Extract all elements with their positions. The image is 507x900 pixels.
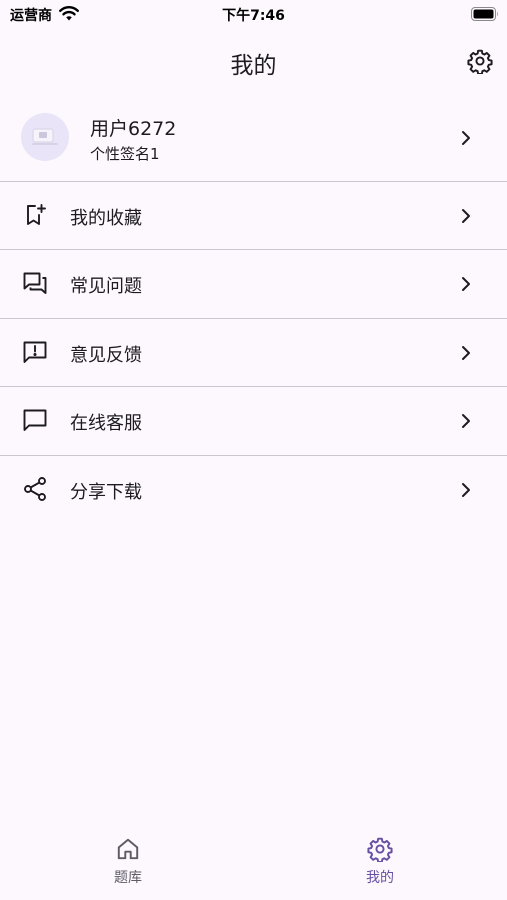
menu-label: 在线客服 — [70, 413, 142, 434]
gear-icon — [367, 837, 393, 862]
menu-item-favorites[interactable]: 我的收藏 — [0, 182, 507, 250]
nav-tab-label: 我的 — [366, 870, 394, 886]
chevron-right-icon — [462, 277, 470, 291]
menu-item-feedback[interactable]: 意见反馈 — [0, 319, 507, 387]
bottom-navigation: 题库 我的 — [0, 828, 507, 900]
menu-label: 分享下载 — [70, 482, 142, 503]
menu-item-faq[interactable]: 常见问题 — [0, 250, 507, 318]
menu-item-online-support[interactable]: 在线客服 — [0, 387, 507, 455]
status-bar: 运营商 下午7:46 — [0, 0, 507, 28]
nav-tab-library[interactable]: 题库 — [88, 836, 168, 892]
chevron-right-icon — [462, 209, 470, 223]
status-time: 下午7:46 — [222, 8, 285, 24]
forum-icon — [23, 272, 47, 294]
chevron-right-icon — [462, 483, 470, 497]
gear-icon — [467, 49, 493, 74]
menu-label: 我的收藏 — [70, 208, 142, 229]
menu-label: 意见反馈 — [70, 345, 142, 366]
signature: 个性签名1 — [90, 145, 160, 163]
menu-label: 常见问题 — [70, 276, 142, 297]
chat-bubble-icon — [23, 409, 47, 431]
page-title: 我的 — [230, 53, 277, 79]
chevron-right-icon — [462, 131, 470, 145]
nav-tab-mine[interactable]: 我的 — [340, 836, 420, 892]
home-icon — [117, 838, 139, 860]
avatar-placeholder-icon — [32, 128, 58, 145]
settings-button[interactable] — [465, 46, 495, 76]
share-icon — [24, 477, 46, 501]
profile-row[interactable]: 用户6272 个性签名1 — [0, 96, 507, 180]
feedback-icon — [23, 341, 47, 363]
nav-tab-label: 题库 — [114, 870, 142, 886]
app-bar: 我的 — [0, 36, 507, 86]
chevron-right-icon — [462, 346, 470, 360]
battery-icon — [471, 7, 498, 21]
chevron-right-icon — [462, 414, 470, 428]
username: 用户6272 — [90, 118, 177, 140]
my-page-screen: 运营商 下午7:46 我的 用户6272 个性签名1 我的收藏 常见问题 意见反… — [0, 0, 507, 900]
bookmark-add-icon — [27, 204, 46, 225]
avatar[interactable] — [21, 113, 69, 161]
menu-item-share-download[interactable]: 分享下载 — [0, 456, 507, 524]
